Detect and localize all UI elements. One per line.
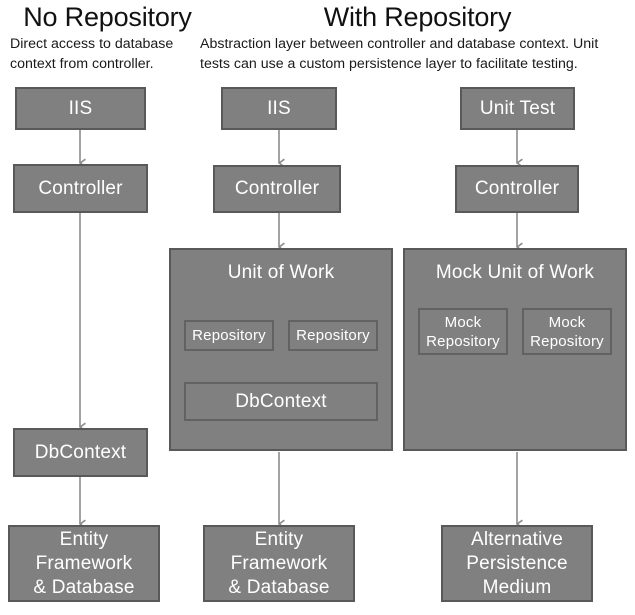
unit-of-work-title: Unit of Work (227, 262, 335, 283)
box-dbcontext-left[interactable]: DbContext (13, 428, 148, 477)
box-controller-right[interactable]: Controller (455, 165, 579, 213)
box-unit-of-work[interactable]: Unit of Work Repository Repository DbCon… (169, 248, 393, 451)
box-repository-1[interactable]: Repository (184, 320, 274, 351)
box-persistence-right[interactable]: Alternative Persistence Medium (441, 525, 593, 602)
box-unit-test[interactable]: Unit Test (460, 87, 575, 130)
box-controller-middle[interactable]: Controller (213, 165, 341, 213)
box-mock-unit-of-work[interactable]: Mock Unit of Work Mock Repository Mock R… (403, 248, 627, 451)
box-dbcontext-middle[interactable]: DbContext (184, 382, 378, 421)
subtitle-no-repository: Direct access to database context from c… (10, 36, 174, 72)
box-controller-left[interactable]: Controller (13, 164, 148, 213)
heading-with-repository: With Repository (323, 2, 512, 32)
box-iis-left[interactable]: IIS (15, 87, 146, 130)
mock-unit-of-work-title: Mock Unit of Work (435, 262, 595, 283)
box-database-middle[interactable]: Entity Framework & Database (203, 525, 355, 602)
box-mock-repository-2[interactable]: Mock Repository (522, 308, 612, 355)
box-repository-2[interactable]: Repository (288, 320, 378, 351)
box-database-left[interactable]: Entity Framework & Database (8, 525, 160, 602)
heading-no-repository: No Repository (23, 2, 192, 32)
box-iis-middle[interactable]: IIS (221, 87, 337, 130)
box-mock-repository-1[interactable]: Mock Repository (418, 308, 508, 355)
subtitle-with-repository: Abstraction layer between controller and… (200, 36, 599, 72)
diagram-canvas: No Repository Direct access to database … (0, 0, 635, 615)
